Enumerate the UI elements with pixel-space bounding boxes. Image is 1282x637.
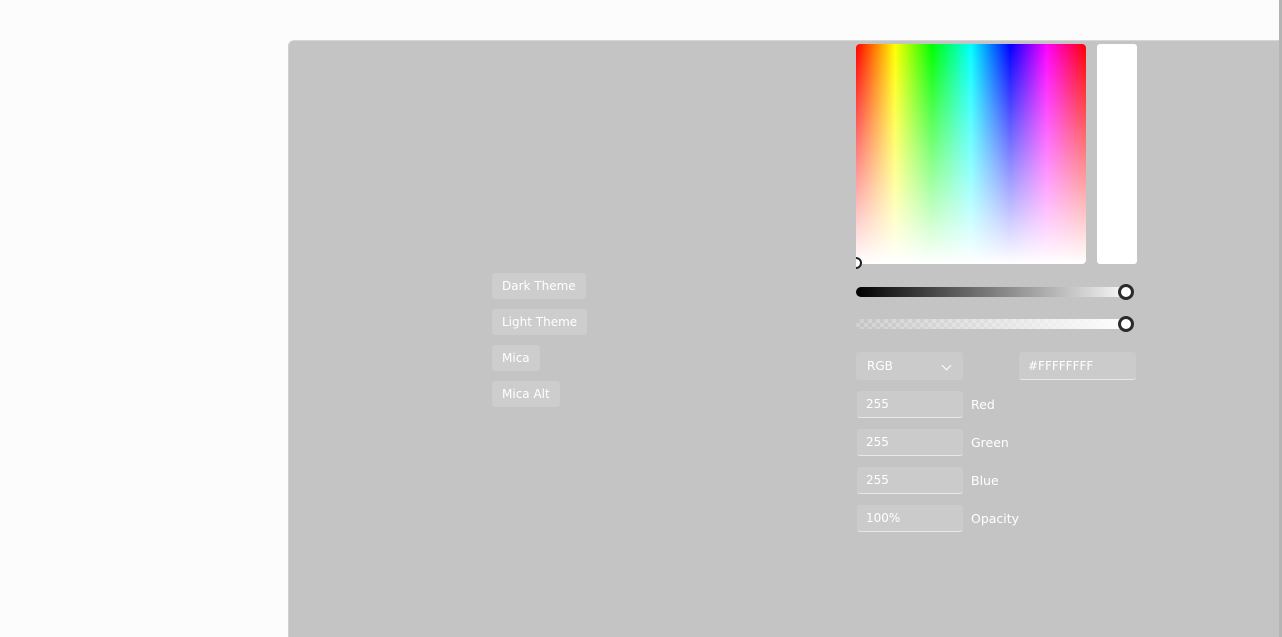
- chevron-down-icon: [941, 360, 952, 371]
- color-preview: [1097, 44, 1137, 264]
- blue-label: Blue: [971, 473, 999, 488]
- mica-button[interactable]: Mica: [492, 345, 540, 371]
- green-input[interactable]: 255: [857, 429, 963, 456]
- opacity-slider[interactable]: [856, 319, 1134, 329]
- red-label: Red: [971, 397, 995, 412]
- dark-theme-button[interactable]: Dark Theme: [492, 273, 586, 299]
- hex-input[interactable]: #FFFFFFFF: [1019, 352, 1136, 380]
- opacity-label: Opacity: [971, 511, 1020, 526]
- blue-input[interactable]: 255: [857, 467, 963, 494]
- value-slider[interactable]: [856, 287, 1134, 297]
- color-mode-value: RGB: [867, 359, 893, 373]
- value-slider-thumb[interactable]: [1118, 284, 1134, 300]
- light-theme-button[interactable]: Light Theme: [492, 309, 588, 335]
- mica-alt-button[interactable]: Mica Alt: [492, 381, 560, 407]
- color-spectrum[interactable]: [856, 44, 1086, 264]
- red-input[interactable]: 255: [857, 391, 963, 418]
- opacity-slider-thumb[interactable]: [1118, 316, 1134, 332]
- opacity-input[interactable]: 100%: [857, 505, 963, 532]
- green-label: Green: [971, 435, 1009, 450]
- color-mode-dropdown[interactable]: RGB: [856, 352, 963, 380]
